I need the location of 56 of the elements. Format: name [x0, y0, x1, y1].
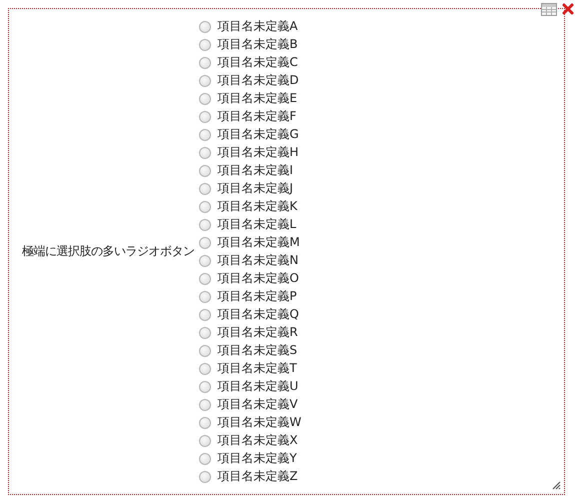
radio-option[interactable]: 項目名未定義N — [198, 252, 302, 270]
radio-button[interactable] — [198, 380, 210, 392]
radio-option[interactable]: 項目名未定義H — [198, 144, 302, 162]
radio-button[interactable] — [198, 362, 210, 374]
radio-option[interactable]: 項目名未定義C — [198, 54, 302, 72]
radio-button[interactable] — [198, 110, 210, 122]
radio-button[interactable] — [198, 308, 210, 320]
radio-button[interactable] — [198, 434, 210, 446]
radio-option[interactable]: 項目名未定義D — [198, 72, 302, 90]
radio-button[interactable] — [198, 92, 210, 104]
resize-grip-icon[interactable] — [552, 481, 561, 490]
radio-button[interactable] — [198, 38, 210, 50]
radio-button[interactable] — [198, 164, 210, 176]
radio-button[interactable] — [198, 236, 210, 248]
radio-option[interactable]: 項目名未定義V — [198, 396, 302, 414]
radio-option[interactable]: 項目名未定義X — [198, 432, 302, 450]
radio-option[interactable]: 項目名未定義L — [198, 216, 302, 234]
radio-button[interactable] — [198, 290, 210, 302]
radio-button[interactable] — [198, 200, 210, 212]
radio-option[interactable]: 項目名未定義T — [198, 360, 302, 378]
radio-option[interactable]: 項目名未定義B — [198, 36, 302, 54]
radio-button[interactable] — [198, 344, 210, 356]
radio-button[interactable] — [198, 398, 210, 410]
radio-button[interactable] — [198, 470, 210, 482]
radio-option[interactable]: 項目名未定義J — [198, 180, 302, 198]
radio-option[interactable]: 項目名未定義Z — [198, 468, 302, 486]
radio-button[interactable] — [198, 272, 210, 284]
radio-button[interactable] — [198, 182, 210, 194]
radio-button[interactable] — [198, 254, 210, 266]
radio-option[interactable]: 項目名未定義M — [198, 234, 302, 252]
radio-option[interactable]: 項目名未定義U — [198, 378, 302, 396]
radio-option[interactable]: 項目名未定義Y — [198, 450, 302, 468]
radio-option[interactable]: 項目名未定義R — [198, 324, 302, 342]
radio-option[interactable]: 項目名未定義E — [198, 90, 302, 108]
radio-button[interactable] — [198, 128, 210, 140]
radio-button[interactable] — [198, 56, 210, 68]
radio-button[interactable] — [198, 146, 210, 158]
radio-option[interactable]: 項目名未定義G — [198, 126, 302, 144]
radio-option[interactable]: 項目名未定義P — [198, 288, 302, 306]
radio-option[interactable]: 項目名未定義K — [198, 198, 302, 216]
radio-button[interactable] — [198, 20, 210, 32]
radio-option[interactable]: 項目名未定義F — [198, 108, 302, 126]
radio-option[interactable]: 項目名未定義S — [198, 342, 302, 360]
radio-button[interactable] — [198, 326, 210, 338]
radio-option[interactable]: 項目名未定義I — [198, 162, 302, 180]
radio-option[interactable]: 項目名未定義W — [198, 414, 302, 432]
radio-button[interactable] — [198, 452, 210, 464]
table-icon[interactable] — [541, 3, 557, 16]
radio-option[interactable]: 項目名未定義Q — [198, 306, 302, 324]
close-icon[interactable] — [562, 3, 574, 15]
radio-button[interactable] — [198, 416, 210, 428]
radio-option[interactable]: 項目名未定義O — [198, 270, 302, 288]
radio-button[interactable] — [198, 74, 210, 86]
radio-option[interactable]: 項目名未定義A — [198, 18, 302, 36]
field-label: 極端に選択肢の多いラジオボタン — [22, 243, 194, 260]
radio-button[interactable] — [198, 218, 210, 230]
